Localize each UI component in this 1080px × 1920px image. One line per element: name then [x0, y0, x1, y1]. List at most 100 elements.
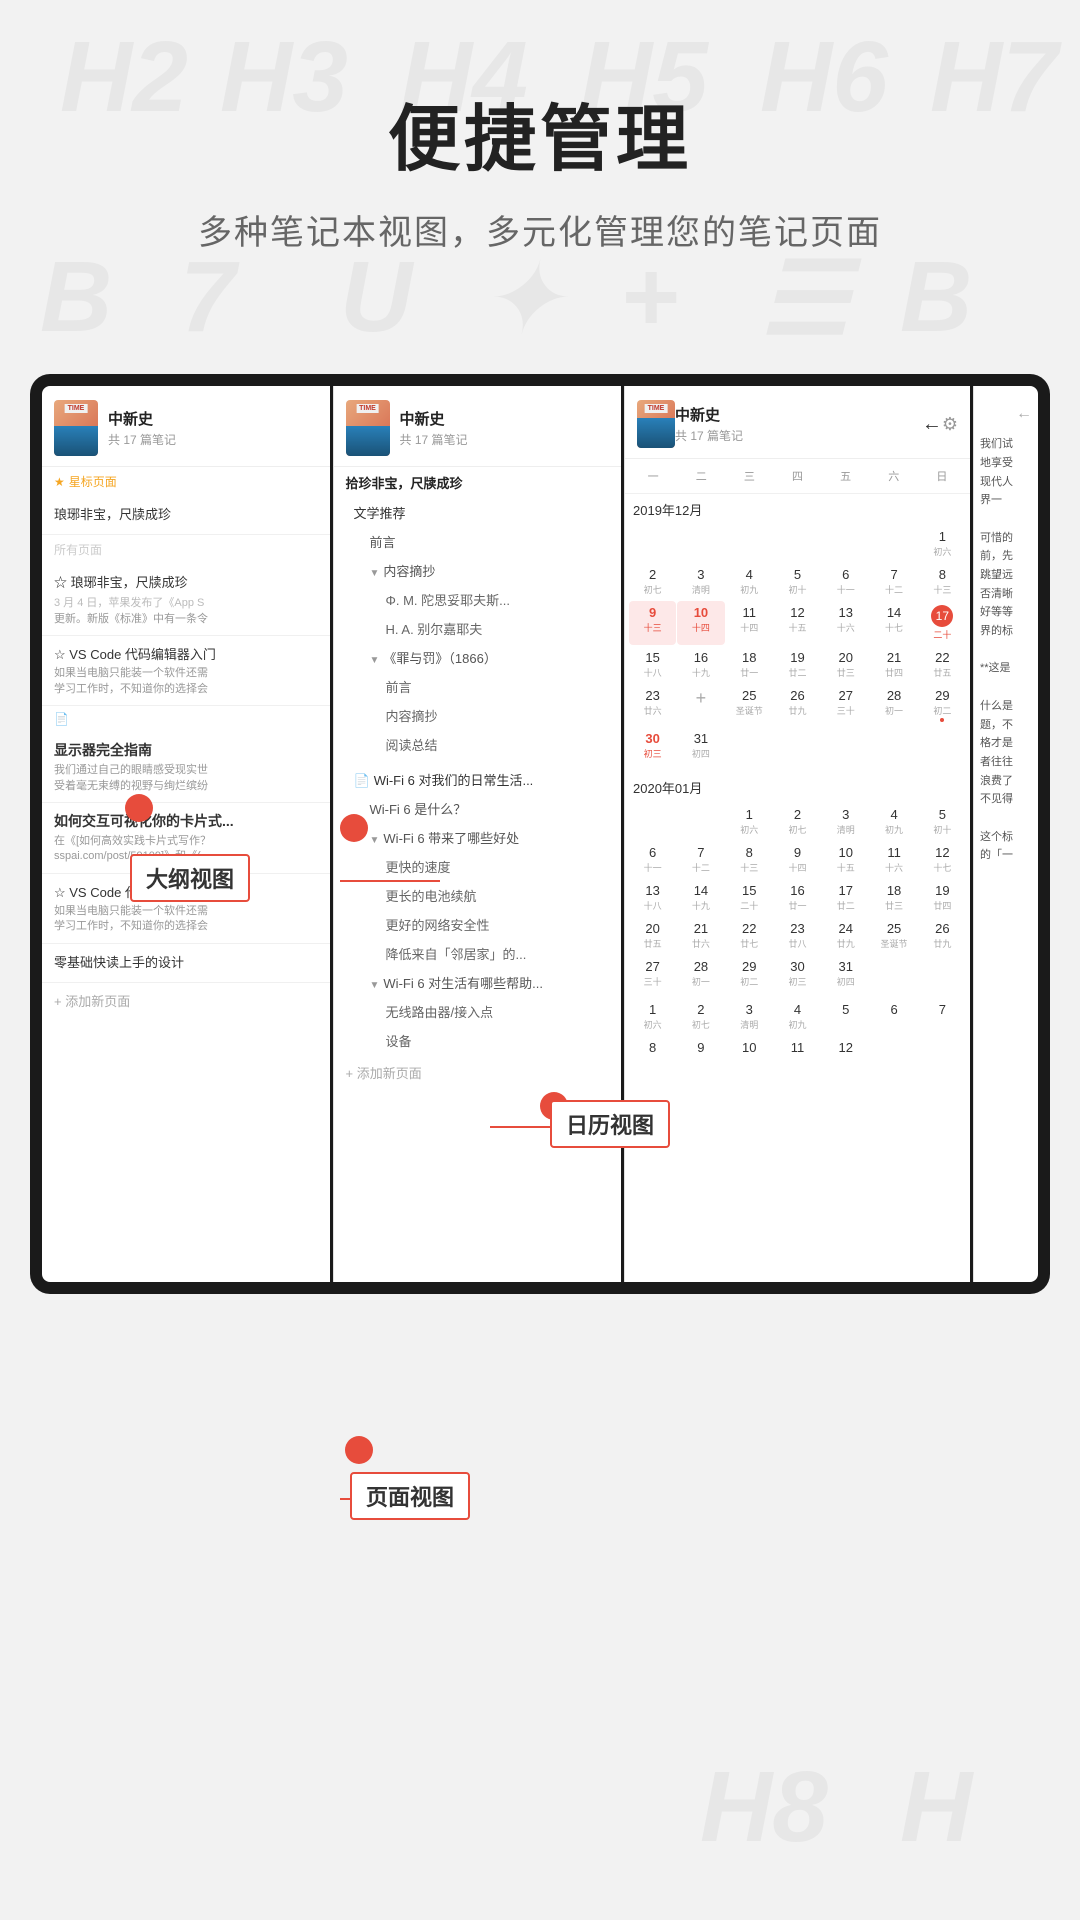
cal-cell[interactable]: 12 — [822, 1036, 869, 1060]
cal-cell[interactable]: 21廿六 — [677, 917, 724, 954]
cal-cell[interactable]: 14十七 — [870, 601, 917, 645]
cal-cell[interactable]: 31初四 — [822, 955, 869, 992]
list-item[interactable]: ☆ VS Code 代码编辑器入门 如果当电脑只能装一个软件还需学习工作时，不知… — [42, 636, 330, 706]
cal-cell[interactable] — [629, 525, 676, 562]
outline-item[interactable]: 文学推荐 — [334, 498, 622, 527]
cal-cell[interactable]: 12十五 — [774, 601, 821, 645]
cal-cell[interactable]: 11十四 — [726, 601, 773, 645]
cal-cell[interactable]: 13十八 — [629, 879, 676, 916]
cal-cell[interactable]: 4初九 — [870, 803, 917, 840]
cal-cell[interactable]: 15二十 — [726, 879, 773, 916]
outline-item[interactable]: ▼内容摘抄 — [334, 556, 622, 585]
cal-cell[interactable]: 6 — [870, 998, 917, 1035]
cal-cell[interactable]: 4初九 — [774, 998, 821, 1035]
cal-cell[interactable] — [677, 803, 724, 840]
back-nav-icon[interactable]: ← — [922, 413, 942, 436]
cal-cell[interactable]: 7十二 — [870, 563, 917, 600]
cal-cell[interactable]: 21廿四 — [870, 646, 917, 683]
cal-cell[interactable]: 18廿三 — [870, 879, 917, 916]
outline-item[interactable]: H. A. 别尔嘉耶夫 — [334, 614, 622, 643]
cal-cell[interactable]: 6十一 — [629, 841, 676, 878]
cal-cell[interactable]: 14十九 — [677, 879, 724, 916]
cal-cell[interactable]: 2初七 — [677, 998, 724, 1035]
list-item[interactable]: 零基础快读上手的设计 — [42, 944, 330, 983]
add-page-button-1[interactable]: + 添加新页面 — [42, 983, 330, 1018]
cal-cell[interactable]: 1初六 — [629, 998, 676, 1035]
cal-cell[interactable]: 6十一 — [822, 563, 869, 600]
cal-cell[interactable]: 27三十 — [822, 684, 869, 726]
cal-cell[interactable]: 29初二 — [919, 684, 966, 726]
back-arrow[interactable]: ← — [980, 400, 1032, 427]
cal-cell[interactable] — [870, 525, 917, 562]
cal-cell[interactable]: 10十四 — [677, 601, 724, 645]
cal-cell[interactable]: 19廿四 — [919, 879, 966, 916]
cal-cell[interactable] — [726, 525, 773, 562]
cal-add-btn[interactable]: + — [677, 684, 724, 726]
outline-item[interactable]: Φ. M. 陀思妥耶夫斯... — [334, 585, 622, 614]
settings-icon[interactable]: ⚙ — [942, 414, 958, 435]
cal-cell[interactable]: 8十三 — [919, 563, 966, 600]
outline-item[interactable]: ▼Wi-Fi 6 对生活有哪些帮助... — [334, 968, 622, 997]
cal-cell[interactable]: 3清明 — [677, 563, 724, 600]
cal-cell[interactable]: 26廿九 — [774, 684, 821, 726]
cal-cell[interactable]: 11 — [774, 1036, 821, 1060]
cal-cell-today[interactable]: 17 二十 — [919, 601, 966, 645]
cal-cell[interactable]: 5初十 — [774, 563, 821, 600]
outline-item[interactable]: ▼《罪与罚》（1866） — [334, 643, 622, 672]
cal-cell[interactable]: 7 — [919, 998, 966, 1035]
outline-item[interactable]: 内容摘抄 — [334, 701, 622, 730]
cal-cell[interactable]: 7十二 — [677, 841, 724, 878]
cal-cell[interactable]: 27三十 — [629, 955, 676, 992]
cal-cell[interactable]: 9 — [677, 1036, 724, 1060]
cal-cell[interactable]: 28初一 — [677, 955, 724, 992]
cal-cell[interactable]: 13十六 — [822, 601, 869, 645]
cal-cell[interactable]: 20廿五 — [629, 917, 676, 954]
cal-cell[interactable]: 10 — [726, 1036, 773, 1060]
cal-cell[interactable]: 23廿六 — [629, 684, 676, 726]
cal-cell[interactable]: 22廿五 — [919, 646, 966, 683]
add-page-button-2[interactable]: + 添加新页面 — [334, 1055, 622, 1090]
cal-cell[interactable]: 18廿一 — [726, 646, 773, 683]
outline-item[interactable]: 前言 — [334, 527, 622, 556]
cal-cell[interactable] — [774, 525, 821, 562]
cal-cell[interactable]: 23廿八 — [774, 917, 821, 954]
cal-cell[interactable]: 17廿二 — [822, 879, 869, 916]
cal-cell[interactable]: 25圣诞节 — [870, 917, 917, 954]
cal-cell[interactable]: 29初二 — [726, 955, 773, 992]
outline-file-item[interactable]: 📄Wi-Fi 6 对我们的日常生活... — [334, 765, 622, 794]
outline-item[interactable]: 降低来自「邻居家」的... — [334, 939, 622, 968]
cal-cell[interactable]: 30初三 — [629, 727, 676, 764]
cal-cell[interactable]: 11十六 — [870, 841, 917, 878]
cal-cell[interactable]: 8 — [629, 1036, 676, 1060]
cal-cell[interactable]: 2初七 — [774, 803, 821, 840]
cal-cell[interactable]: 16十九 — [677, 646, 724, 683]
cal-cell[interactable]: 5 — [822, 998, 869, 1035]
cal-cell[interactable]: 1初六 — [726, 803, 773, 840]
cal-cell[interactable] — [677, 525, 724, 562]
outline-item[interactable]: 设备 — [334, 1026, 622, 1055]
cal-cell[interactable]: 1初六 — [919, 525, 966, 562]
cal-cell[interactable]: 9十四 — [774, 841, 821, 878]
list-item[interactable]: 琅琊非宝，尺牍成珍 — [42, 496, 330, 535]
cal-cell[interactable]: 22廿七 — [726, 917, 773, 954]
cal-cell[interactable]: 20廿三 — [822, 646, 869, 683]
outline-item[interactable]: 更长的电池续航 — [334, 881, 622, 910]
outline-item[interactable]: ▼Wi-Fi 6 带来了哪些好处 — [334, 823, 622, 852]
cal-cell[interactable]: 19廿二 — [774, 646, 821, 683]
cal-cell[interactable]: 24廿九 — [822, 917, 869, 954]
cal-cell[interactable]: 8十三 — [726, 841, 773, 878]
cal-cell[interactable]: 2初七 — [629, 563, 676, 600]
cal-cell[interactable]: 31初四 — [677, 727, 724, 764]
list-item[interactable]: 显示器完全指南 我们通过自己的眼睛感受现实世受着毫无束缚的视野与绚烂缤纷 — [42, 732, 330, 803]
cal-cell[interactable]: 26廿九 — [919, 917, 966, 954]
cal-cell[interactable]: 10十五 — [822, 841, 869, 878]
cal-cell[interactable]: 30初三 — [774, 955, 821, 992]
outline-item[interactable]: 阅读总结 — [334, 730, 622, 759]
outline-item[interactable]: 更快的速度 — [334, 852, 622, 881]
cal-cell[interactable]: 28初一 — [870, 684, 917, 726]
cal-cell[interactable] — [629, 803, 676, 840]
cal-cell[interactable]: 3清明 — [726, 998, 773, 1035]
outline-item[interactable]: 更好的网络安全性 — [334, 910, 622, 939]
cal-cell[interactable]: 5初十 — [919, 803, 966, 840]
cal-cell[interactable]: 4初九 — [726, 563, 773, 600]
